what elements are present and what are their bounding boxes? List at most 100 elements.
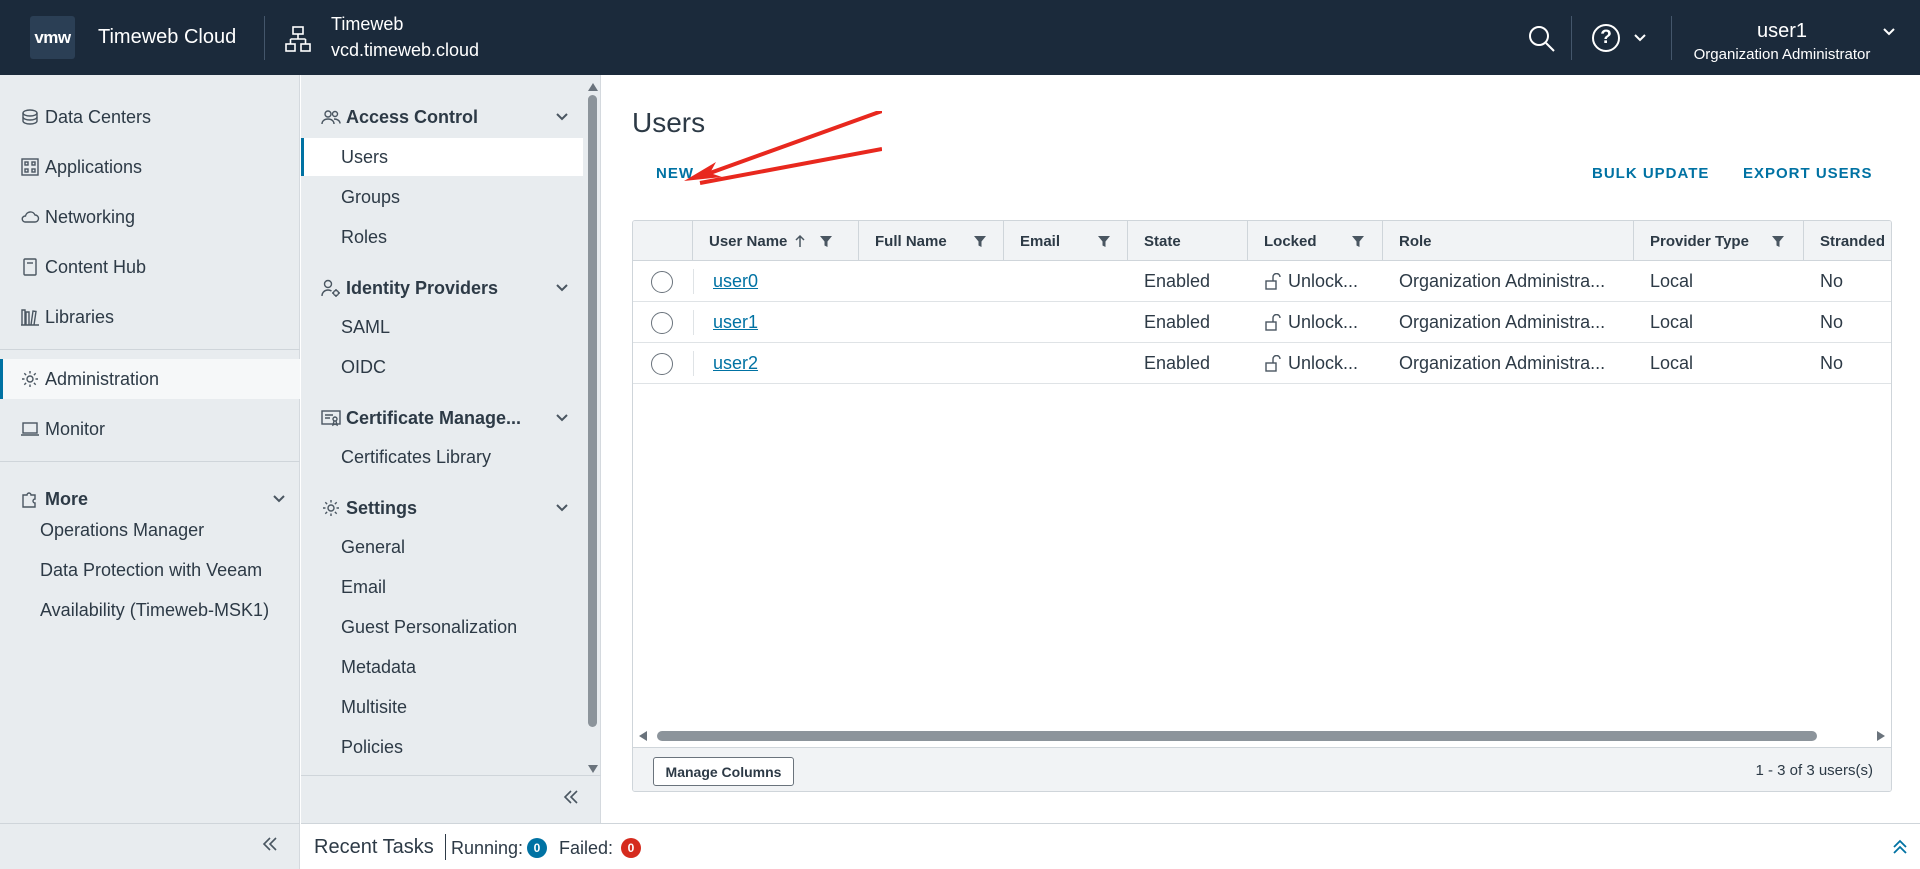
section-settings[interactable]: Settings <box>301 490 591 526</box>
section-title: Certificate Manage... <box>346 407 522 428</box>
org-url[interactable]: vcd.timeweb.cloud <box>331 40 479 61</box>
table-row[interactable]: user0 Enabled Unlock... Organization Adm… <box>633 261 1891 302</box>
subnav-item-users[interactable]: Users <box>301 138 583 176</box>
vertical-scrollbar-thumb[interactable] <box>588 95 597 727</box>
column-header-role[interactable]: Role <box>1383 221 1634 261</box>
app-name[interactable]: Timeweb Cloud <box>98 26 236 49</box>
scroll-left-icon[interactable] <box>638 731 648 741</box>
search-icon[interactable] <box>1527 24 1557 54</box>
user-name-link[interactable]: user0 <box>713 271 758 292</box>
left-navigation: Data Centers Applications Networking Con… <box>0 75 300 869</box>
help-icon[interactable]: ? <box>1592 24 1620 52</box>
subnav-item-email[interactable]: Email <box>301 568 583 606</box>
user-role[interactable]: Organization Administrator <box>1692 46 1872 63</box>
row-select-radio[interactable] <box>651 353 673 375</box>
subnav-item-guest-personalization[interactable]: Guest Personalization <box>301 608 583 646</box>
scroll-right-icon[interactable] <box>1876 731 1886 741</box>
horizontal-scrollbar-thumb[interactable] <box>657 731 1817 741</box>
filter-icon[interactable] <box>1351 234 1365 248</box>
collapse-nav-icon[interactable] <box>260 834 280 854</box>
subnav-item-roles[interactable]: Roles <box>301 218 583 256</box>
nav-divider <box>0 349 300 350</box>
column-header-full-name[interactable]: Full Name <box>859 221 1004 261</box>
subnav-item-metadata[interactable]: Metadata <box>301 648 583 686</box>
state-cell: Enabled <box>1144 353 1211 373</box>
chevron-down-icon[interactable] <box>1881 24 1897 40</box>
subnav-divider <box>301 775 601 776</box>
user-name[interactable]: user1 <box>1692 20 1872 43</box>
running-count-badge[interactable]: 0 <box>527 838 547 858</box>
nav-item-administration[interactable]: Administration <box>0 359 300 399</box>
nav-label: Networking <box>45 206 136 227</box>
subnav-label: OIDC <box>341 356 386 377</box>
collapse-subnav-icon[interactable] <box>561 787 581 807</box>
nav-item-libraries[interactable]: Libraries <box>0 297 300 337</box>
recent-tasks-title[interactable]: Recent Tasks <box>314 836 434 859</box>
column-header-state[interactable]: State <box>1128 221 1248 261</box>
chevron-down-icon[interactable] <box>1632 30 1648 46</box>
nav-item-networking[interactable]: Networking <box>0 197 300 237</box>
subnav-item-groups[interactable]: Groups <box>301 178 583 216</box>
nav-item-content-hub[interactable]: Content Hub <box>0 247 300 287</box>
filter-icon[interactable] <box>1097 234 1111 248</box>
user-name-link[interactable]: user2 <box>713 353 758 374</box>
column-header-stranded[interactable]: Stranded <box>1804 221 1891 261</box>
organization-icon <box>285 26 311 52</box>
column-header-provider-type[interactable]: Provider Type <box>1634 221 1804 261</box>
section-certificate-management[interactable]: Certificate Manage... <box>301 400 591 436</box>
nav-more-toggle[interactable]: More <box>0 479 300 519</box>
full-name-cell <box>875 343 995 384</box>
failed-count-badge[interactable]: 0 <box>621 838 641 858</box>
column-header-email[interactable]: Email <box>1004 221 1128 261</box>
user-name-link[interactable]: user1 <box>713 312 758 333</box>
filter-icon[interactable] <box>1771 234 1785 248</box>
nav-label: Administration <box>45 368 160 389</box>
manage-columns-button[interactable]: Manage Columns <box>653 757 794 786</box>
subnav-item-multisite[interactable]: Multisite <box>301 688 583 726</box>
horizontal-scrollbar[interactable] <box>633 725 1891 747</box>
subnav-item-general[interactable]: General <box>301 528 583 566</box>
red-arrow-annotation <box>684 111 882 185</box>
nav-item-applications[interactable]: Applications <box>0 147 300 187</box>
locked-cell: Unlock... <box>1264 343 1379 384</box>
table-row[interactable]: user2 Enabled Unlock... Organization Adm… <box>633 343 1891 384</box>
row-select-radio[interactable] <box>651 312 673 334</box>
nav-sub-operations-manager[interactable]: Operations Manager <box>40 520 204 541</box>
subnav-label: Policies <box>341 736 404 757</box>
nav-sub-data-protection[interactable]: Data Protection with Veeam <box>40 560 262 581</box>
org-name[interactable]: Timeweb <box>331 14 403 35</box>
column-header-user-name[interactable]: User Name <box>693 221 859 261</box>
filter-icon[interactable] <box>819 234 833 248</box>
cell-divider <box>693 351 694 376</box>
nav-item-monitor[interactable]: Monitor <box>0 409 300 449</box>
header-divider <box>1671 16 1672 60</box>
row-select-radio[interactable] <box>651 271 673 293</box>
subnav-item-saml[interactable]: SAML <box>301 308 583 346</box>
locked-label: Unlock... <box>1288 312 1359 332</box>
email-cell <box>1020 261 1120 302</box>
content-hub-icon <box>23 258 37 276</box>
section-access-control[interactable]: Access Control <box>301 99 591 135</box>
subnav-item-oidc[interactable]: OIDC <box>301 348 583 386</box>
column-header-locked[interactable]: Locked <box>1248 221 1383 261</box>
provider-type-cell: Local <box>1650 353 1694 373</box>
bulk-update-button[interactable]: BULK UPDATE <box>1592 165 1709 182</box>
export-users-button[interactable]: EXPORT USERS <box>1743 165 1873 182</box>
sort-ascending-icon[interactable] <box>793 234 807 248</box>
nav-item-data-centers[interactable]: Data Centers <box>0 97 300 137</box>
subnav-item-certificates-library[interactable]: Certificates Library <box>301 438 583 476</box>
nav-sub-availability[interactable]: Availability (Timeweb-MSK1) <box>40 600 269 621</box>
filter-icon[interactable] <box>973 234 987 248</box>
subnav-label: Groups <box>341 186 401 207</box>
nav-label: Applications <box>45 156 143 177</box>
vmw-logo[interactable]: vmw <box>30 16 75 59</box>
recent-tasks-bar: Recent Tasks Running: 0 Failed: 0 <box>301 823 1920 869</box>
main-content: Users NEW BULK UPDATE EXPORT USERS User … <box>602 75 1920 823</box>
expand-up-icon[interactable] <box>1890 837 1910 857</box>
chevron-down-icon <box>556 284 568 292</box>
subnav-item-policies[interactable]: Policies <box>301 728 583 766</box>
column-label: Full Name <box>875 232 947 250</box>
subnav-label: Users <box>341 146 389 167</box>
table-row[interactable]: user1 Enabled Unlock... Organization Adm… <box>633 302 1891 343</box>
section-identity-providers[interactable]: Identity Providers <box>301 270 591 306</box>
